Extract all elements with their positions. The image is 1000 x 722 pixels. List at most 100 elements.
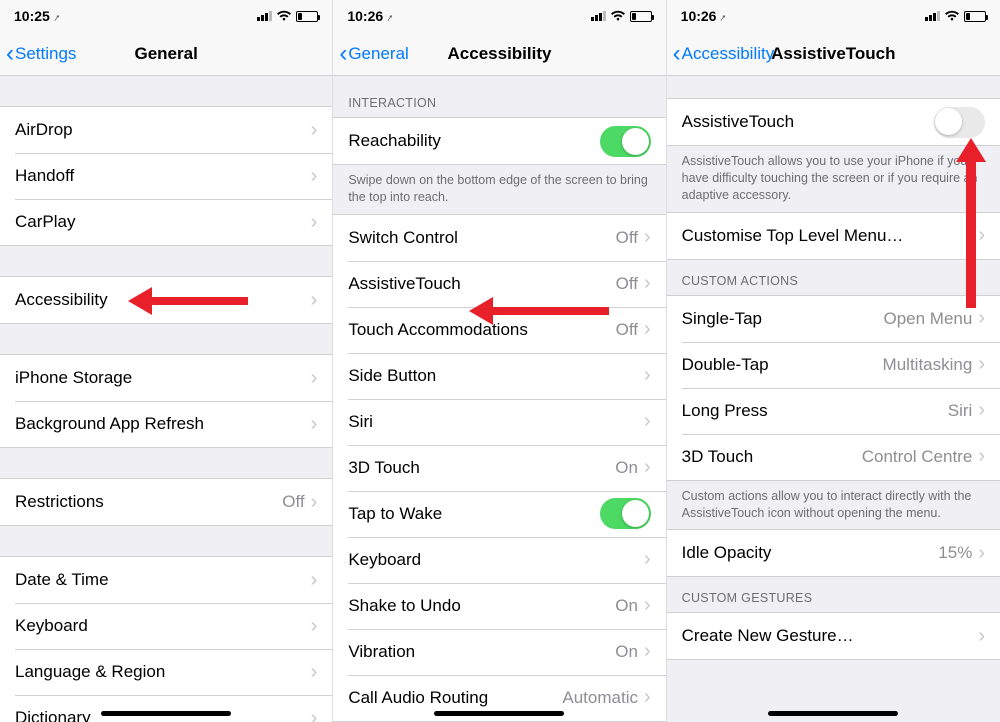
chevron-right-icon: › <box>311 413 318 436</box>
reachability-toggle[interactable] <box>600 126 651 157</box>
row-restrictions[interactable]: RestrictionsOff› <box>0 479 332 525</box>
chevron-left-icon: ‹ <box>6 42 14 66</box>
row-long-press[interactable]: Long PressSiri› <box>667 388 1000 434</box>
chevron-right-icon: › <box>644 640 651 663</box>
row-accessibility[interactable]: Accessibility› <box>0 277 332 323</box>
status-time: 10:26 <box>681 8 717 24</box>
chevron-right-icon: › <box>644 318 651 341</box>
row-airdrop[interactable]: AirDrop› <box>0 107 332 153</box>
row-background-refresh[interactable]: Background App Refresh› <box>0 401 332 447</box>
back-label: Settings <box>15 44 76 64</box>
location-icon <box>54 8 60 24</box>
chevron-right-icon: › <box>311 661 318 684</box>
chevron-right-icon: › <box>644 226 651 249</box>
chevron-right-icon: › <box>978 307 985 330</box>
nav-bar: ‹ Settings General <box>0 32 332 76</box>
location-icon <box>387 8 393 24</box>
row-reachability[interactable]: Reachability <box>333 118 665 164</box>
signal-icon <box>591 11 606 21</box>
battery-icon <box>296 11 318 22</box>
row-tap-to-wake[interactable]: Tap to Wake <box>333 491 665 537</box>
wifi-icon <box>944 10 960 22</box>
row-single-tap[interactable]: Single-TapOpen Menu› <box>667 296 1000 342</box>
row-shake-to-undo[interactable]: Shake to UndoOn› <box>333 583 665 629</box>
chevron-right-icon: › <box>978 353 985 376</box>
wifi-icon <box>276 10 292 22</box>
custom-actions-footer: Custom actions allow you to interact dir… <box>667 481 1000 530</box>
row-keyboard[interactable]: Keyboard› <box>0 603 332 649</box>
home-indicator <box>768 711 898 716</box>
chevron-left-icon: ‹ <box>673 42 681 66</box>
row-vibration[interactable]: VibrationOn› <box>333 629 665 675</box>
signal-icon <box>257 11 272 21</box>
row-create-new-gesture[interactable]: Create New Gesture…› <box>667 613 1000 659</box>
chevron-right-icon: › <box>311 569 318 592</box>
chevron-right-icon: › <box>644 410 651 433</box>
row-keyboard[interactable]: Keyboard› <box>333 537 665 583</box>
chevron-right-icon: › <box>311 615 318 638</box>
panel-accessibility: 10:26 ‹ General Accessibility INTERACTIO… <box>333 0 666 722</box>
chevron-right-icon: › <box>978 542 985 565</box>
row-date-time[interactable]: Date & Time› <box>0 557 332 603</box>
location-icon <box>720 8 726 24</box>
section-header-interaction: INTERACTION <box>333 76 665 117</box>
chevron-right-icon: › <box>311 491 318 514</box>
chevron-right-icon: › <box>644 548 651 571</box>
battery-icon <box>630 11 652 22</box>
back-button[interactable]: ‹ Accessibility <box>673 42 775 66</box>
back-button[interactable]: ‹ Settings <box>6 42 76 66</box>
row-dictionary[interactable]: Dictionary› <box>0 695 332 722</box>
row-iphone-storage[interactable]: iPhone Storage› <box>0 355 332 401</box>
row-idle-opacity[interactable]: Idle Opacity15%› <box>667 530 1000 576</box>
row-side-button[interactable]: Side Button› <box>333 353 665 399</box>
chevron-right-icon: › <box>978 445 985 468</box>
row-handoff[interactable]: Handoff› <box>0 153 332 199</box>
chevron-right-icon: › <box>978 625 985 648</box>
chevron-right-icon: › <box>311 367 318 390</box>
nav-bar: ‹ Accessibility AssistiveTouch <box>667 32 1000 76</box>
signal-icon <box>925 11 940 21</box>
status-bar: 10:26 <box>667 0 1000 32</box>
panel-general: 10:25 ‹ Settings General AirDrop› Handof… <box>0 0 333 722</box>
wifi-icon <box>610 10 626 22</box>
section-header-custom-gestures: CUSTOM GESTURES <box>667 577 1000 612</box>
chevron-right-icon: › <box>311 707 318 722</box>
chevron-right-icon: › <box>644 456 651 479</box>
row-3d-touch[interactable]: 3D TouchOn› <box>333 445 665 491</box>
chevron-right-icon: › <box>311 119 318 142</box>
chevron-right-icon: › <box>311 211 318 234</box>
assistivetouch-footer: AssistiveTouch allows you to use your iP… <box>667 146 1000 212</box>
chevron-right-icon: › <box>644 594 651 617</box>
status-time: 10:25 <box>14 8 50 24</box>
chevron-right-icon: › <box>311 289 318 312</box>
reachability-footer: Swipe down on the bottom edge of the scr… <box>333 165 665 214</box>
chevron-right-icon: › <box>978 224 985 247</box>
back-button[interactable]: ‹ General <box>339 42 408 66</box>
status-time: 10:26 <box>347 8 383 24</box>
row-3d-touch-action[interactable]: 3D TouchControl Centre› <box>667 434 1000 480</box>
row-double-tap[interactable]: Double-TapMultitasking› <box>667 342 1000 388</box>
status-bar: 10:26 <box>333 0 665 32</box>
tap-to-wake-toggle[interactable] <box>600 498 651 529</box>
row-siri[interactable]: Siri› <box>333 399 665 445</box>
row-assistivetouch-toggle[interactable]: AssistiveTouch <box>667 99 1000 145</box>
section-header-custom-actions: CUSTOM ACTIONS <box>667 260 1000 295</box>
home-indicator <box>434 711 564 716</box>
status-bar: 10:25 <box>0 0 332 32</box>
battery-icon <box>964 11 986 22</box>
chevron-right-icon: › <box>311 165 318 188</box>
row-language-region[interactable]: Language & Region› <box>0 649 332 695</box>
row-carplay[interactable]: CarPlay› <box>0 199 332 245</box>
panel-assistivetouch: 10:26 ‹ Accessibility AssistiveTouch Ass… <box>667 0 1000 722</box>
row-touch-accommodations[interactable]: Touch AccommodationsOff› <box>333 307 665 353</box>
row-assistivetouch[interactable]: AssistiveTouchOff› <box>333 261 665 307</box>
chevron-left-icon: ‹ <box>339 42 347 66</box>
back-label: General <box>348 44 408 64</box>
assistivetouch-toggle[interactable] <box>934 107 985 138</box>
chevron-right-icon: › <box>978 399 985 422</box>
row-switch-control[interactable]: Switch ControlOff› <box>333 215 665 261</box>
row-customise-menu[interactable]: Customise Top Level Menu…› <box>667 213 1000 259</box>
nav-bar: ‹ General Accessibility <box>333 32 665 76</box>
chevron-right-icon: › <box>644 686 651 709</box>
chevron-right-icon: › <box>644 364 651 387</box>
